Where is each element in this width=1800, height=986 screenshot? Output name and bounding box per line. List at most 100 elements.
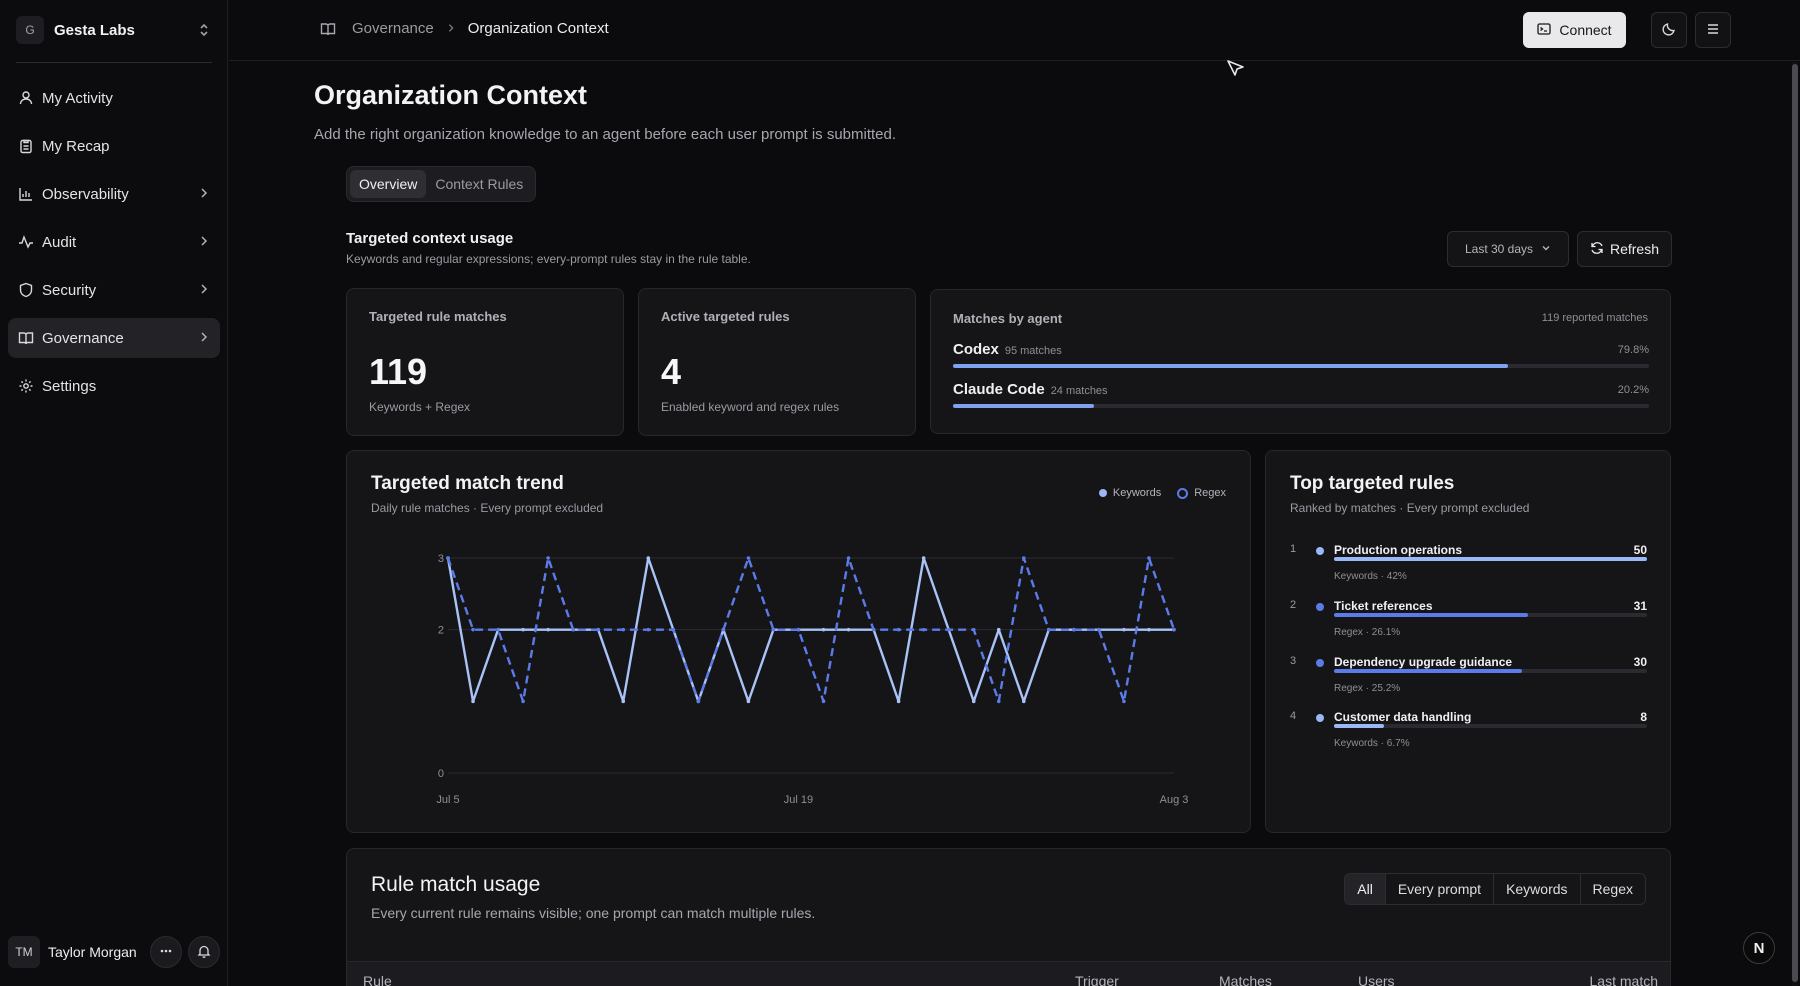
trend-chart: 0 2 3 Jul 5 Jul 19 Aug 3 bbox=[436, 553, 1188, 806]
top-rule-item[interactable]: 4 Customer data handling 8 Keywords · 6.7% bbox=[1290, 710, 1647, 758]
breadcrumb-parent[interactable]: Governance bbox=[352, 20, 434, 37]
data-point-regex bbox=[621, 627, 626, 632]
scroll-thumb[interactable] bbox=[1792, 64, 1798, 982]
data-point-keywords bbox=[1147, 627, 1151, 632]
rank-dot bbox=[1316, 659, 1324, 667]
menu-button[interactable] bbox=[1695, 12, 1731, 48]
y-tick-label: 2 bbox=[438, 625, 444, 637]
data-point-regex bbox=[946, 627, 951, 632]
sidebar-item-label: Security bbox=[42, 281, 97, 299]
sidebar-item-my-recap[interactable]: My Recap bbox=[8, 126, 220, 166]
rule-usage-subtitle: Every current rule remains visible; one … bbox=[371, 905, 816, 921]
data-point-regex bbox=[796, 627, 801, 632]
data-point-keywords bbox=[546, 627, 550, 632]
sidebar-nav: My Activity My Recap Observability Audit… bbox=[8, 78, 220, 414]
sidebar-item-label: My Activity bbox=[42, 89, 113, 107]
pointer-cursor-icon bbox=[1224, 58, 1246, 80]
date-range-select[interactable]: Last 30 days bbox=[1447, 231, 1569, 267]
rule-filter-group: All Every prompt Keywords Regex bbox=[1344, 873, 1646, 905]
data-point-keywords bbox=[921, 556, 926, 560]
rank-number: 3 bbox=[1290, 655, 1297, 667]
rule-matches: 31 bbox=[1633, 599, 1647, 613]
more-button[interactable] bbox=[150, 936, 182, 968]
data-point-regex bbox=[1172, 627, 1176, 632]
stat-foot: Enabled keyword and regex rules bbox=[661, 400, 840, 414]
section-title: Targeted context usage bbox=[346, 230, 514, 247]
sidebar-item-observability[interactable]: Observability bbox=[8, 174, 220, 214]
rule-usage-card: Rule match usage Every current rule rema… bbox=[346, 848, 1671, 986]
avatar[interactable]: TM bbox=[8, 936, 40, 968]
rule-usage-title: Rule match usage bbox=[371, 873, 541, 896]
app-badge[interactable]: N bbox=[1743, 932, 1775, 964]
scrollbar[interactable] bbox=[1792, 62, 1798, 986]
book-icon bbox=[18, 330, 34, 346]
top-rule-item[interactable]: 3 Dependency upgrade guidance 30 Regex · 25… bbox=[1290, 655, 1647, 703]
column-header-users[interactable]: Users bbox=[1358, 973, 1395, 986]
tab-context-rules[interactable]: Context Rules bbox=[426, 170, 532, 198]
y-tick-label: 3 bbox=[438, 553, 444, 565]
org-switcher[interactable]: G Gesta Labs bbox=[16, 16, 212, 44]
data-point-regex bbox=[671, 627, 676, 632]
user-name[interactable]: Taylor Morgan bbox=[48, 944, 144, 960]
rule-bar-fill bbox=[1334, 613, 1529, 617]
shield-icon bbox=[18, 282, 34, 298]
rule-matches: 30 bbox=[1633, 655, 1647, 669]
column-header-matches[interactable]: Matches bbox=[1219, 973, 1272, 986]
org-logo: G bbox=[16, 16, 44, 44]
notifications-button[interactable] bbox=[188, 936, 220, 968]
agent-row-codex: Codex 95 matches 79.8% bbox=[953, 341, 1649, 368]
data-point-regex bbox=[1072, 627, 1076, 632]
data-point-regex bbox=[521, 699, 525, 704]
data-point-regex bbox=[821, 699, 826, 704]
data-point-regex bbox=[921, 627, 926, 632]
top-rule-item[interactable]: 2 Ticket references 31 Regex · 26.1% bbox=[1290, 599, 1647, 647]
y-tick-label: 0 bbox=[438, 768, 444, 780]
user-menu: TM Taylor Morgan bbox=[0, 918, 228, 986]
rule-matches: 8 bbox=[1640, 710, 1647, 724]
top-rule-item[interactable]: 1 Production operations 50 Keywords · 42% bbox=[1290, 543, 1647, 591]
rank-number: 2 bbox=[1290, 599, 1297, 611]
column-header-trigger[interactable]: Trigger bbox=[1075, 973, 1119, 986]
chevrons-up-down-icon bbox=[196, 22, 212, 38]
bar-chart-icon bbox=[18, 186, 34, 202]
data-point-regex bbox=[496, 627, 500, 632]
data-point-regex bbox=[746, 556, 751, 560]
theme-toggle-button[interactable] bbox=[1651, 12, 1687, 48]
hamburger-icon bbox=[1705, 21, 1721, 40]
column-header-last-match[interactable]: Last match bbox=[1590, 973, 1658, 986]
filter-every-prompt[interactable]: Every prompt bbox=[1384, 874, 1493, 904]
sidebar-item-settings[interactable]: Settings bbox=[8, 366, 220, 406]
sidebar-item-governance[interactable]: Governance bbox=[8, 318, 220, 358]
refresh-button[interactable]: Refresh bbox=[1577, 231, 1672, 267]
connect-button[interactable]: Connect bbox=[1523, 12, 1626, 48]
moon-icon bbox=[1661, 21, 1677, 40]
table-header: Rule Trigger Matches Users Last match bbox=[347, 961, 1670, 986]
org-name: Gesta Labs bbox=[54, 21, 135, 39]
sidebar: G Gesta Labs My Activity My Recap Observ… bbox=[0, 0, 228, 986]
data-point-keywords bbox=[471, 699, 475, 704]
sidebar-item-audit[interactable]: Audit bbox=[8, 222, 220, 262]
top-rules-subtitle: Ranked by matches · Every prompt exclude… bbox=[1290, 501, 1530, 515]
stat-card-rule-matches: Targeted rule matches 119 Keywords + Reg… bbox=[346, 288, 624, 436]
top-rules-card: Top targeted rules Ranked by matches · E… bbox=[1265, 450, 1671, 833]
stat-label: Targeted rule matches bbox=[369, 309, 507, 324]
activity-icon bbox=[18, 234, 34, 250]
tab-overview[interactable]: Overview bbox=[350, 170, 427, 198]
rule-bar-track bbox=[1334, 557, 1647, 561]
chevron-down-icon bbox=[1541, 243, 1551, 256]
chevron-right-icon bbox=[198, 234, 210, 250]
sidebar-item-my-activity[interactable]: My Activity bbox=[8, 78, 220, 118]
agent-matches: 95 matches bbox=[1004, 345, 1062, 357]
sidebar-item-security[interactable]: Security bbox=[8, 270, 220, 310]
x-tick-label: Jul 5 bbox=[436, 794, 459, 806]
stat-value: 4 bbox=[661, 351, 682, 392]
filter-regex[interactable]: Regex bbox=[1579, 874, 1645, 904]
chevron-right-icon bbox=[198, 186, 210, 202]
filter-keywords[interactable]: Keywords bbox=[1493, 874, 1579, 904]
data-point-regex bbox=[1147, 556, 1151, 560]
agent-name: Claude Code bbox=[953, 381, 1045, 398]
breadcrumb: Governance Organization Context bbox=[320, 20, 609, 37]
column-header-rule[interactable]: Rule bbox=[363, 973, 392, 986]
agent-matches: 24 matches bbox=[1050, 385, 1108, 397]
filter-all[interactable]: All bbox=[1345, 874, 1385, 904]
